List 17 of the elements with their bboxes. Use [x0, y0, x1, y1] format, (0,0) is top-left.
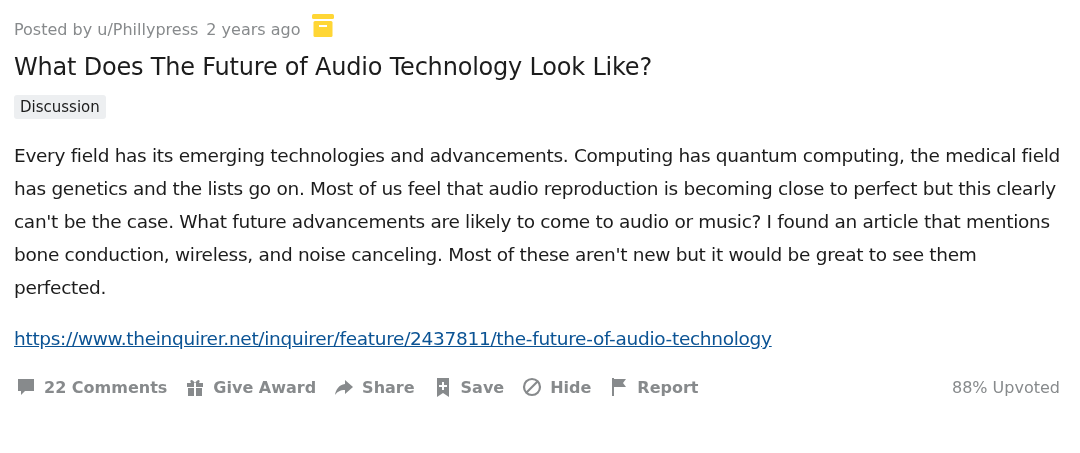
- hide-icon: [522, 377, 543, 397]
- flair-tag[interactable]: Discussion: [14, 95, 106, 119]
- article-link[interactable]: https://www.theinquirer.net/inquirer/feature/2437811/the-future-of-audio-technology: [14, 328, 772, 349]
- post-time: 2 years ago: [206, 19, 301, 39]
- gift-icon: [185, 377, 206, 397]
- share-button[interactable]: Share: [332, 373, 423, 401]
- hide-button[interactable]: Hide: [520, 373, 600, 401]
- post-body: Every field has its emerging technologies and advancements. Computing has quantum computing, the medical field has genetics and the lists go on. Most of us feel that audio reproduction is becoming close to perfect but this clearly can't be the case. What future advancements are likely to come to audio or music? I found an article that mentions bone conduction, wireless, and noise canceling. Most of these aren't new but it would be great to see them perfected.: [14, 144, 1060, 300]
- share-icon: [334, 377, 355, 397]
- upvote-ratio: 88% Upvoted: [951, 377, 1060, 397]
- save-button[interactable]: Save: [430, 373, 513, 401]
- author-link[interactable]: Posted by u/Phillypress: [14, 14, 199, 39]
- comment-icon: [16, 377, 36, 397]
- award-button[interactable]: Give Award: [183, 373, 325, 401]
- report-button[interactable]: Report: [607, 373, 707, 401]
- post-title: What Does The Future of Audio Technology Look Like?: [14, 53, 652, 81]
- comments-button[interactable]: 22 Comments: [14, 373, 176, 401]
